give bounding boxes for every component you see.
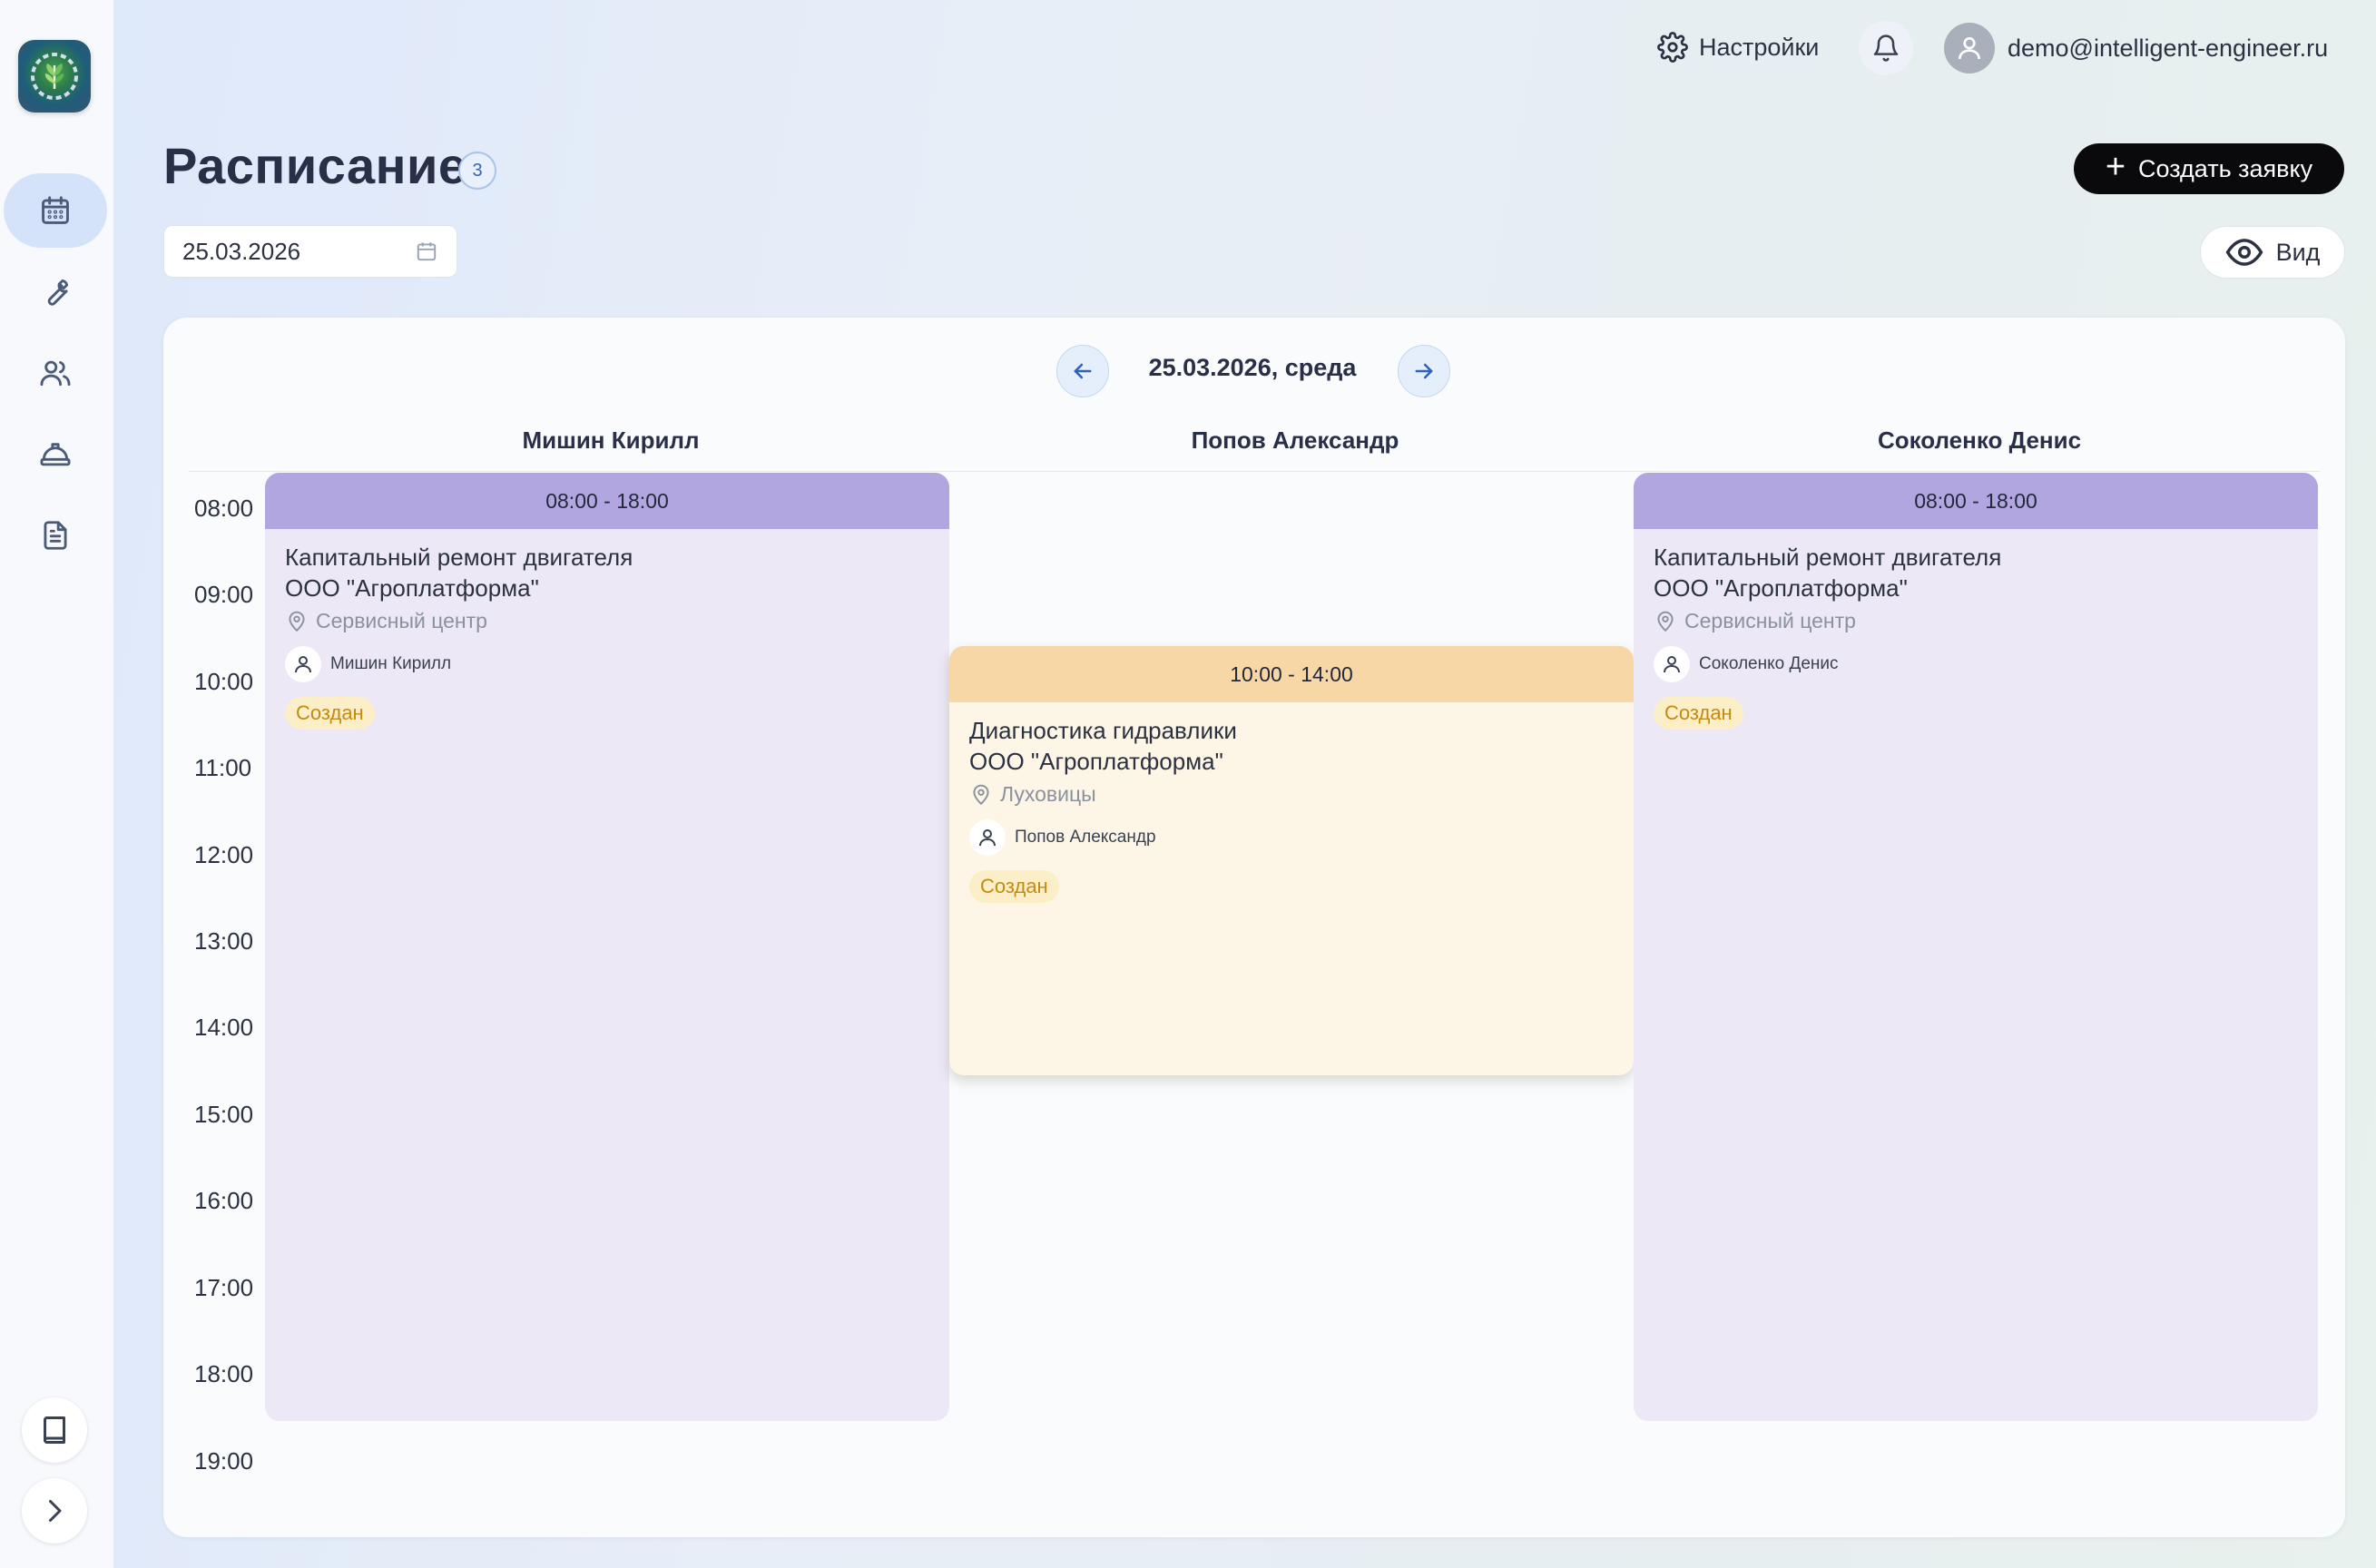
person-avatar	[969, 819, 1006, 856]
hour-label: 18:00	[194, 1360, 254, 1387]
current-day-label: 25.03.2026, среда	[1148, 354, 1357, 381]
sidebar-item-engineers[interactable]	[4, 416, 107, 491]
map-pin-icon	[289, 611, 305, 632]
status-badge: Создан	[285, 697, 375, 730]
status-badge: Создан	[969, 870, 1059, 903]
bell-icon	[1873, 34, 1899, 62]
event-time: 10:00 - 14:00	[949, 646, 1634, 702]
person-avatar	[285, 646, 321, 682]
user-email: demo@intelligent-engineer.ru	[2008, 34, 2329, 62]
expand-sidebar-button[interactable]	[22, 1478, 87, 1544]
event-location-label: Сервисный центр	[1684, 609, 1856, 632]
map-pin-icon	[973, 784, 989, 805]
event-title: Диагностика гидравлики	[969, 717, 1237, 744]
schedule-event[interactable]: 10:00 - 14:00 Диагностика гидравлики ООО…	[949, 646, 1634, 1075]
view-button[interactable]: Вид	[2200, 226, 2345, 279]
arrow-right-icon	[1415, 363, 1433, 379]
hour-label: 17:00	[194, 1274, 254, 1301]
sidebar	[0, 0, 114, 1568]
hour-label: 19:00	[194, 1447, 254, 1475]
status-badge: Создан	[1654, 697, 1743, 730]
hour-label: 15:00	[194, 1101, 254, 1128]
user-menu[interactable]: demo@intelligent-engineer.ru	[1944, 21, 2328, 75]
date-value: 25.03.2026	[182, 237, 301, 265]
sidebar-item-repairs[interactable]	[4, 255, 107, 329]
map-pin-icon	[1657, 611, 1674, 632]
user-icon	[979, 829, 996, 847]
hour-label: 11:00	[194, 754, 252, 781]
count-badge: 3	[458, 152, 496, 190]
hard-hat-icon	[40, 443, 71, 466]
wrench-icon	[47, 279, 69, 306]
event-client: ООО "Агроплатформа"	[1654, 574, 1908, 602]
hour-label: 12:00	[194, 841, 254, 868]
event-location: Луховицы	[969, 782, 1614, 807]
schedule-event[interactable]: 08:00 - 18:00 Капитальный ремонт двигате…	[1634, 473, 2318, 1421]
plus-icon: +	[2105, 148, 2126, 186]
event-title: Капитальный ремонт двигателя	[285, 544, 633, 571]
column-header: Мишин Кирилл	[522, 426, 700, 454]
column-header: Попов Александр	[1191, 426, 1399, 454]
event-time: 08:00 - 18:00	[265, 473, 949, 529]
event-assignee: Мишин Кирилл	[285, 646, 929, 682]
docs-button[interactable]	[22, 1397, 87, 1463]
hour-label: 08:00	[194, 495, 254, 522]
event-assignee: Попов Александр	[969, 819, 1614, 856]
avatar	[1944, 23, 1995, 74]
create-request-label: Создать заявку	[2138, 154, 2313, 182]
chevron-right-icon	[49, 1500, 62, 1522]
hour-label: 10:00	[194, 668, 254, 695]
gear-icon	[1657, 32, 1688, 63]
hour-label: 14:00	[194, 1014, 254, 1041]
app-logo[interactable]	[18, 40, 91, 113]
sidebar-item-users[interactable]	[4, 336, 107, 410]
calendar-small-icon	[417, 242, 437, 261]
view-label: Вид	[2275, 238, 2321, 266]
hour-label: 16:00	[194, 1187, 254, 1214]
hour-label: 13:00	[194, 927, 254, 955]
event-client: ООО "Агроплатформа"	[285, 574, 539, 602]
settings-link[interactable]: Настройки	[1657, 27, 1819, 67]
event-assignee-name: Попов Александр	[1015, 828, 1156, 847]
date-picker-input[interactable]: 25.03.2026	[163, 225, 457, 278]
leaf-gear-icon	[31, 53, 78, 100]
settings-label: Настройки	[1699, 33, 1820, 61]
sidebar-item-schedule[interactable]	[4, 173, 107, 248]
sidebar-item-documents[interactable]	[4, 498, 107, 573]
next-day-button[interactable]	[1398, 345, 1450, 397]
event-assignee-name: Мишин Кирилл	[330, 654, 452, 673]
schedule-event[interactable]: 08:00 - 18:00 Капитальный ремонт двигате…	[265, 473, 949, 1421]
event-time: 08:00 - 18:00	[1634, 473, 2318, 529]
user-icon	[1959, 37, 1980, 60]
column-header: Соколенко Денис	[1877, 426, 2082, 454]
person-avatar	[1654, 646, 1690, 682]
hour-label: 09:00	[194, 581, 254, 608]
calendar-icon	[42, 196, 69, 224]
users-icon	[40, 360, 71, 387]
eye-icon	[2225, 239, 2263, 266]
event-client: ООО "Агроплатформа"	[969, 748, 1223, 775]
event-location: Сервисный центр	[285, 609, 929, 633]
create-request-button[interactable]: + Создать заявку	[2074, 143, 2344, 194]
event-location: Сервисный центр	[1654, 609, 2298, 633]
notifications-button[interactable]	[1859, 21, 1913, 75]
event-assignee-name: Соколенко Денис	[1699, 654, 1839, 673]
event-assignee: Соколенко Денис	[1654, 646, 2298, 682]
document-icon	[44, 521, 67, 550]
event-title: Капитальный ремонт двигателя	[1654, 544, 2002, 571]
event-location-label: Сервисный центр	[316, 609, 487, 632]
user-icon	[295, 656, 311, 673]
event-location-label: Луховицы	[1000, 782, 1096, 806]
user-icon	[1664, 656, 1680, 673]
book-icon	[44, 1416, 65, 1444]
header-divider	[189, 471, 2320, 472]
page-title: Расписание	[163, 137, 467, 194]
